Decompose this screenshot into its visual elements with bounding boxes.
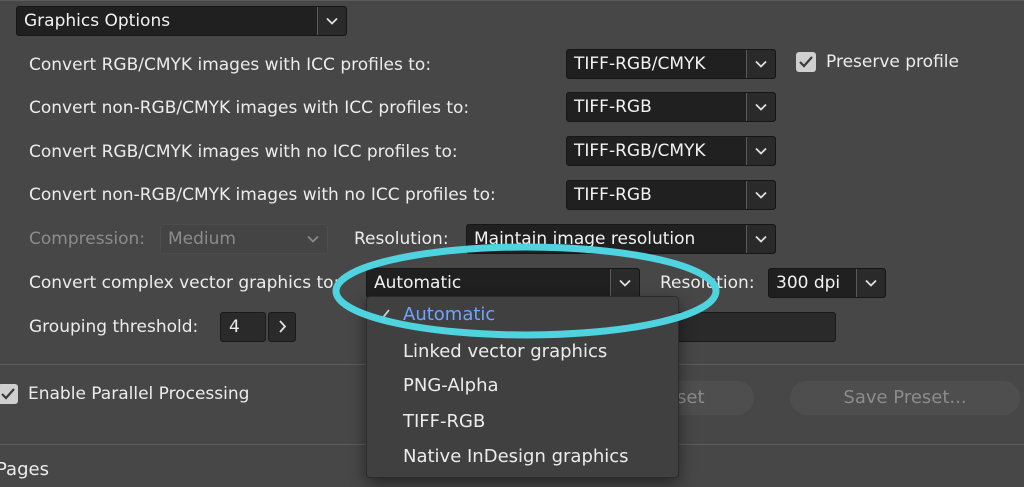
chevron-down-icon <box>326 17 338 25</box>
compression-label: Compression: <box>29 229 146 249</box>
parallel-checkbox[interactable] <box>0 384 18 404</box>
chevron-down-icon <box>865 279 877 287</box>
chevron-down-icon <box>755 103 767 111</box>
grouping-value: 4 <box>229 317 240 337</box>
save-preset-button[interactable]: Save Preset... <box>790 381 1020 415</box>
vector-resolution-value: 300 dpi <box>776 273 841 293</box>
chevron-down-icon <box>755 147 767 155</box>
grouping-label: Grouping threshold: <box>29 317 199 337</box>
rgb-no-icc-arrow[interactable] <box>746 137 775 165</box>
grouping-input[interactable]: 4 <box>220 312 266 342</box>
compression-arrow <box>299 225 327 253</box>
chevron-down-icon <box>755 191 767 199</box>
rgb-icc-select[interactable]: TIFF-RGB/CMYK <box>566 49 776 79</box>
non-rgb-no-icc-arrow[interactable] <box>746 181 775 209</box>
highlight-ellipse <box>332 243 720 339</box>
preserve-profile-label: Preserve profile <box>826 52 959 72</box>
rgb-icc-arrow[interactable] <box>746 50 775 78</box>
image-resolution-arrow[interactable] <box>746 225 775 253</box>
chevron-right-icon <box>279 320 287 333</box>
non-rgb-no-icc-select[interactable]: TIFF-RGB <box>566 180 776 210</box>
non-rgb-no-icc-label: Convert non-RGB/CMYK images with no ICC … <box>29 185 496 205</box>
vector-resolution-select[interactable]: 300 dpi <box>768 268 886 298</box>
non-rgb-no-icc-value: TIFF-RGB <box>574 185 652 205</box>
reset-button-label: set <box>677 387 705 408</box>
rgb-no-icc-select[interactable]: TIFF-RGB/CMYK <box>566 136 776 166</box>
menu-item-tiff-rgb[interactable]: TIFF-RGB <box>403 410 485 434</box>
vector-resolution-arrow[interactable] <box>856 269 885 297</box>
preserve-profile-checkbox[interactable] <box>796 52 816 72</box>
section-select[interactable]: Graphics Options <box>16 6 347 36</box>
section-select-value: Graphics Options <box>24 11 171 31</box>
non-rgb-icc-label: Convert non-RGB/CMYK images with ICC pro… <box>29 98 470 118</box>
compression-value: Medium <box>168 229 236 249</box>
section-select-arrow[interactable] <box>317 7 346 35</box>
compression-select: Medium <box>160 224 328 254</box>
menu-item-native-indesign[interactable]: Native InDesign graphics <box>403 445 629 469</box>
rgb-icc-value: TIFF-RGB/CMYK <box>574 54 706 74</box>
non-rgb-icc-select[interactable]: TIFF-RGB <box>566 92 776 122</box>
rgb-icc-label: Convert RGB/CMYK images with ICC profile… <box>29 55 432 75</box>
parallel-label: Enable Parallel Processing <box>28 384 250 404</box>
non-rgb-icc-arrow[interactable] <box>746 93 775 121</box>
non-rgb-icc-value: TIFF-RGB <box>574 97 652 117</box>
grouping-stepper-button[interactable] <box>268 312 296 342</box>
checkmark-icon <box>1 388 15 400</box>
top-divider <box>0 0 1024 1</box>
pages-label: Pages <box>0 459 49 480</box>
menu-item-png-alpha[interactable]: PNG-Alpha <box>403 374 499 398</box>
chevron-down-icon <box>755 235 767 243</box>
chevron-down-icon <box>307 235 319 243</box>
checkmark-icon <box>799 56 813 68</box>
chevron-down-icon <box>755 60 767 68</box>
rgb-no-icc-label: Convert RGB/CMYK images with no ICC prof… <box>29 142 458 162</box>
rgb-no-icc-value: TIFF-RGB/CMYK <box>574 141 706 161</box>
vector-label: Convert complex vector graphics to: <box>29 273 340 293</box>
save-preset-label: Save Preset... <box>843 387 967 408</box>
